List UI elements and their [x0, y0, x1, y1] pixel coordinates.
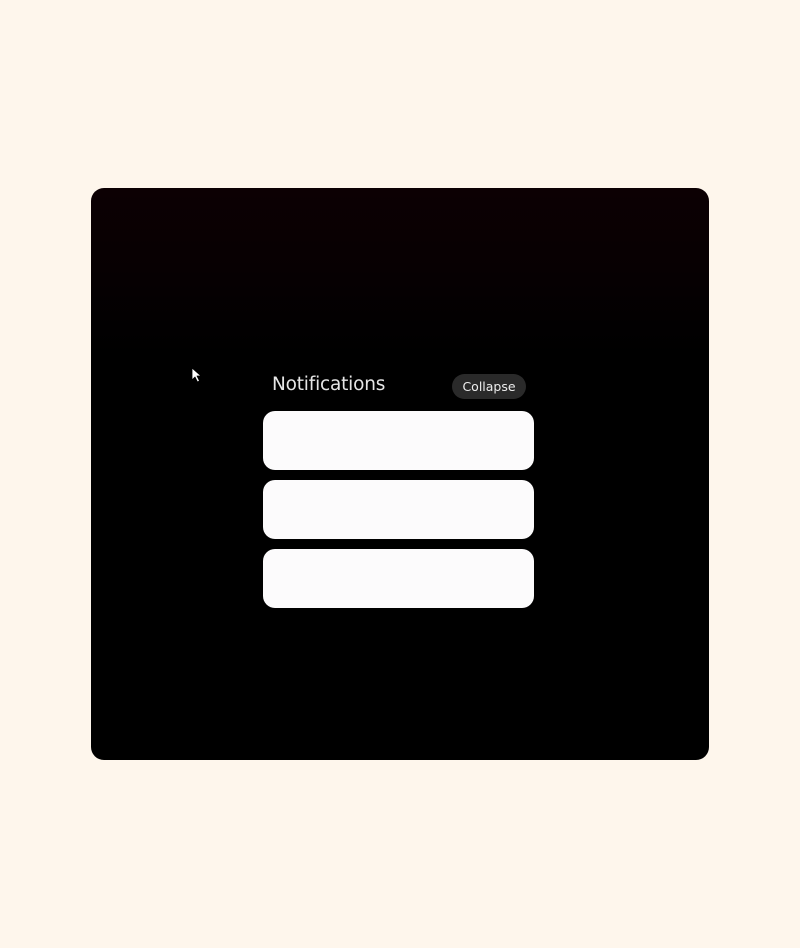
- notification-list: [263, 411, 534, 618]
- notifications-title: Notifications: [272, 374, 386, 395]
- notification-card[interactable]: [263, 480, 534, 539]
- app-window: Notifications Collapse: [91, 188, 709, 760]
- collapse-button[interactable]: Collapse: [452, 374, 526, 399]
- notifications-panel: Notifications Collapse: [263, 372, 534, 608]
- mouse-pointer-icon: [191, 367, 202, 383]
- notification-card[interactable]: [263, 549, 534, 608]
- notifications-header: Notifications Collapse: [263, 372, 534, 412]
- notification-card[interactable]: [263, 411, 534, 470]
